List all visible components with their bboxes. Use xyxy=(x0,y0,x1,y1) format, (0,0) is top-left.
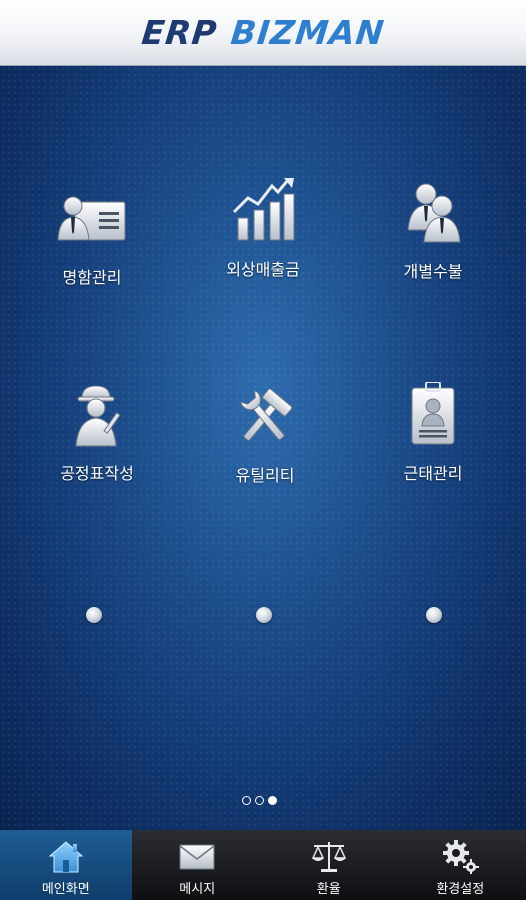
scale-icon xyxy=(311,842,346,872)
people-icon xyxy=(407,183,461,243)
menu-item-individual-receipt[interactable]: 개별수불 xyxy=(358,180,508,282)
worker-icon xyxy=(75,385,121,447)
tab-messages[interactable]: 메시지 xyxy=(132,830,264,900)
tools-icon xyxy=(240,388,293,441)
app-logo: ERP BIZMAN xyxy=(140,13,387,52)
empty-slot-indicator xyxy=(86,607,102,623)
tab-label: 환경설정 xyxy=(436,882,485,897)
growth-chart-icon xyxy=(232,178,295,241)
tab-label: 메시지 xyxy=(179,882,216,897)
page-dot-3-active[interactable] xyxy=(268,796,277,805)
menu-label: 외상매출금 xyxy=(226,260,300,279)
id-badge-icon xyxy=(411,382,455,445)
menu-label: 유틸리티 xyxy=(235,466,295,485)
menu-label: 명함관리 xyxy=(62,268,122,287)
tab-label: 환율 xyxy=(316,882,341,897)
home-icon xyxy=(48,841,84,873)
main-menu-area: 명함관리 외상매출금 개별수불 공정표작성 유틸리티 근태관리 xyxy=(0,66,526,830)
menu-item-attendance[interactable]: 근태관리 xyxy=(358,382,508,484)
tab-settings[interactable]: 환경설정 xyxy=(395,830,526,900)
logo-bizman: BIZMAN xyxy=(228,13,387,52)
menu-item-utility[interactable]: 유틸리티 xyxy=(190,384,340,486)
page-dot-1[interactable] xyxy=(242,796,251,805)
app-header: ERP BIZMAN xyxy=(0,0,526,66)
business-card-icon xyxy=(57,196,126,241)
tab-exchange-rate[interactable]: 환율 xyxy=(263,830,395,900)
gear-icon xyxy=(443,840,480,874)
menu-item-receivables[interactable]: 외상매출금 xyxy=(188,178,338,280)
menu-label: 근태관리 xyxy=(403,464,463,483)
menu-label: 공정표작성 xyxy=(60,464,134,483)
tab-label: 메인화면 xyxy=(41,882,90,897)
envelope-icon xyxy=(179,844,215,870)
menu-label: 개별수불 xyxy=(403,262,463,281)
bottom-tab-bar: 메인화면 메시지 환율 환경설정 xyxy=(0,830,526,900)
empty-slot-indicator xyxy=(256,607,272,623)
page-indicator[interactable] xyxy=(242,796,277,805)
page-dot-2[interactable] xyxy=(255,796,264,805)
tab-main-screen[interactable]: 메인화면 xyxy=(0,830,132,900)
logo-erp: ERP xyxy=(139,13,219,52)
menu-item-business-card[interactable]: 명함관리 xyxy=(17,186,167,288)
empty-slot-indicator xyxy=(426,607,442,623)
menu-item-schedule[interactable]: 공정표작성 xyxy=(22,382,172,484)
